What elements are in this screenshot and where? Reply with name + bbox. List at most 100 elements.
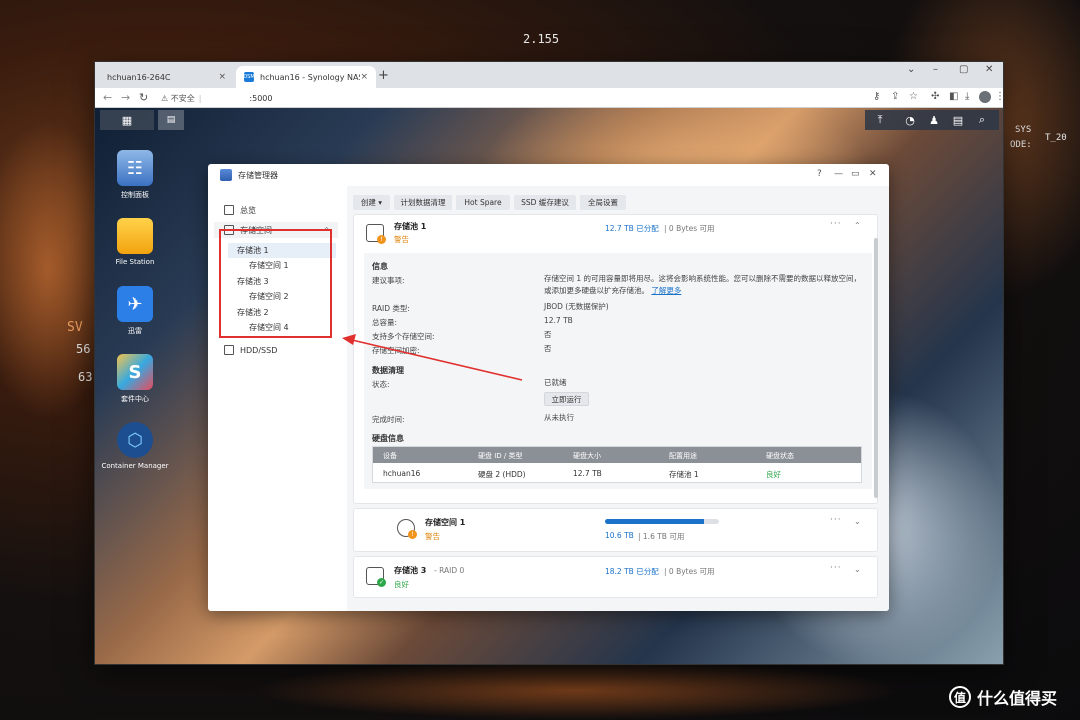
tab-close-icon[interactable]: × [360, 72, 368, 82]
desktop-icon-container-manager[interactable]: ⬡ Container Manager [100, 422, 170, 470]
hud-number: 2.155 [523, 32, 560, 46]
reload-icon[interactable]: ↻ [139, 91, 148, 104]
new-tab-button[interactable]: + [378, 68, 389, 83]
forward-icon[interactable]: → [121, 91, 130, 104]
col-device: 设备 [383, 452, 397, 460]
redacted-host [205, 91, 250, 105]
pool-status: 良好 [394, 580, 409, 589]
container-icon: ⬡ [117, 422, 153, 458]
download-icon[interactable]: ⤓ [965, 91, 969, 102]
volume-available: | 1.6 TB 可用 [638, 532, 685, 541]
sidebar-item-hdd-ssd[interactable]: HDD/SSD [214, 342, 338, 358]
hdd-icon [224, 345, 234, 355]
sidepanel-icon[interactable]: ◧ [949, 91, 958, 102]
more-options-button[interactable]: ··· [830, 219, 842, 229]
tab-synology-nas[interactable]: DSM hchuan16 - Synology NAS × [236, 66, 376, 88]
tab-title: hchuan16 - Synology NAS [260, 72, 361, 82]
close-button[interactable]: ✕ [985, 64, 993, 75]
share-icon[interactable]: ⇪ [891, 91, 899, 102]
recommendation-label: 建议事项: [372, 276, 405, 285]
scrollbar[interactable] [874, 238, 878, 498]
thunder-bird-icon: ✈ [117, 286, 153, 322]
col-usage: 配置用途 [669, 452, 697, 460]
volume-usage-fill [605, 519, 705, 524]
scrub-schedule-button[interactable]: 计划数据清理 [394, 195, 452, 210]
desktop-icon-control-panel[interactable]: ☷ 控制面板 [100, 150, 170, 200]
disk-table-header: 设备 硬盘 ID / 类型 硬盘大小 配置用途 硬盘状态 [373, 447, 861, 463]
storage-manager-icon [220, 169, 232, 181]
volume-1-panel: ! 存储空间 1 警告 10.6 TB | 1.6 TB 可用 ··· ⌄ [353, 508, 878, 552]
main-menu-button[interactable]: ▦ [100, 110, 154, 130]
pool-name: 存储池 3 [394, 566, 427, 575]
chevron-up-icon[interactable]: ⌃ [854, 221, 861, 230]
sidebar-item-overview[interactable]: 总览 [214, 202, 338, 218]
chevron-down-icon[interactable]: ⌄ [854, 517, 861, 526]
tab-search-icon[interactable]: ⌄ [907, 64, 915, 75]
minimize-button[interactable]: — [834, 169, 843, 179]
search-icon[interactable]: ⌕ [971, 110, 993, 130]
watermark-text: 什么值得买 [977, 689, 1058, 708]
desktop-icon-thunder[interactable]: ✈ 迅雷 [100, 286, 170, 336]
desktop-icon-file-station[interactable]: File Station [100, 218, 170, 266]
volume-usage-bar [605, 519, 719, 524]
dsm-favicon-icon: DSM [243, 72, 255, 82]
hud-t: T_20 [1045, 133, 1067, 143]
learn-more-link[interactable]: 了解更多 [651, 286, 681, 295]
minimize-button[interactable]: – [933, 64, 938, 75]
star-icon[interactable]: ☆ [909, 91, 918, 102]
tab-close-icon[interactable]: × [218, 72, 226, 82]
url-field[interactable]: ⚠ 不安全 | :5000 [161, 91, 272, 105]
volume-status: 警告 [425, 532, 440, 541]
hud-left-c: 63 [78, 370, 93, 384]
control-panel-icon: ☷ [117, 150, 153, 186]
hot-spare-button[interactable]: Hot Spare [456, 195, 510, 210]
finish-time-value: 从未执行 [544, 413, 574, 422]
folder-icon [117, 218, 153, 254]
desktop-icon-package-center[interactable]: S 套件中心 [100, 354, 170, 404]
total-capacity-label: 总容量: [372, 318, 398, 327]
disk-table: 设备 硬盘 ID / 类型 硬盘大小 配置用途 硬盘状态 hchuan16 硬盘… [372, 446, 862, 483]
volume-name: 存储空间 1 [425, 518, 466, 527]
upload-icon[interactable]: ⤒ [869, 110, 891, 130]
run-now-button[interactable]: 立即运行 [544, 392, 589, 406]
menu-icon[interactable]: ⋮ [995, 91, 1003, 102]
finish-time-label: 完成时间: [372, 415, 405, 424]
back-icon[interactable]: ← [103, 91, 112, 104]
create-button[interactable]: 创建 ▾ [353, 195, 390, 210]
help-button[interactable]: ? [817, 169, 822, 179]
chevron-down-icon[interactable]: ⌄ [854, 565, 861, 574]
global-settings-button[interactable]: 全局设置 [580, 195, 626, 210]
address-bar: ← → ↻ ⚠ 不安全 | :5000 ⚷ ⇪ ☆ ✣ ◧ ⤓ ⋮ [95, 88, 1003, 108]
volume-used: 10.6 TB [605, 531, 634, 540]
storage-manager-taskbar-button[interactable]: ▤ [158, 110, 184, 130]
raid-type-value: JBOD (无数据保护) [544, 302, 609, 311]
hud-sys: SYS [1015, 125, 1032, 135]
check-icon: ✓ [377, 578, 386, 587]
col-disk-status: 硬盘状态 [766, 452, 794, 460]
window-titlebar[interactable]: 存储管理器 [208, 164, 889, 186]
more-options-button[interactable]: ··· [830, 515, 842, 525]
extensions-icon[interactable]: ✣ [931, 91, 939, 102]
user-icon[interactable]: ♟ [923, 110, 945, 130]
profile-icon[interactable] [979, 91, 991, 103]
widgets-icon[interactable]: ▤ [947, 110, 969, 130]
ssd-cache-button[interactable]: SSD 缓存建议 [514, 195, 576, 210]
hud-left-b: 56 [76, 342, 91, 356]
tab-title: hchuan16-264C [107, 72, 171, 82]
apps-grid-icon: ▦ [121, 113, 133, 127]
pool-name: 存储池 1 [394, 222, 427, 231]
close-button[interactable]: ✕ [869, 169, 877, 179]
recommendation-value: 存储空间 1 的可用容量即将用尽。这将会影响系统性能。您可以删除不需要的数据以释… [544, 274, 862, 295]
maximize-button[interactable]: ▢ [959, 64, 968, 75]
tab-hchuan16-264c[interactable]: DSM hchuan16-264C × [99, 66, 234, 122]
more-options-button[interactable]: ··· [830, 563, 842, 573]
pool-allocated: 18.2 TB 已分配 [605, 567, 659, 576]
notification-icon[interactable]: ◔ [899, 110, 921, 130]
maximize-button[interactable]: ▭ [851, 169, 860, 179]
browser-window: DSM hchuan16-264C × DSM hchuan16 - Synol… [95, 62, 1003, 664]
watermark-logo: 值 [949, 686, 971, 708]
disk-info-heading: 硬盘信息 [372, 434, 404, 443]
scrub-status-value: 已就绪 [544, 378, 567, 387]
key-icon[interactable]: ⚷ [873, 91, 880, 102]
storage-manager-icon: ▤ [166, 115, 176, 125]
